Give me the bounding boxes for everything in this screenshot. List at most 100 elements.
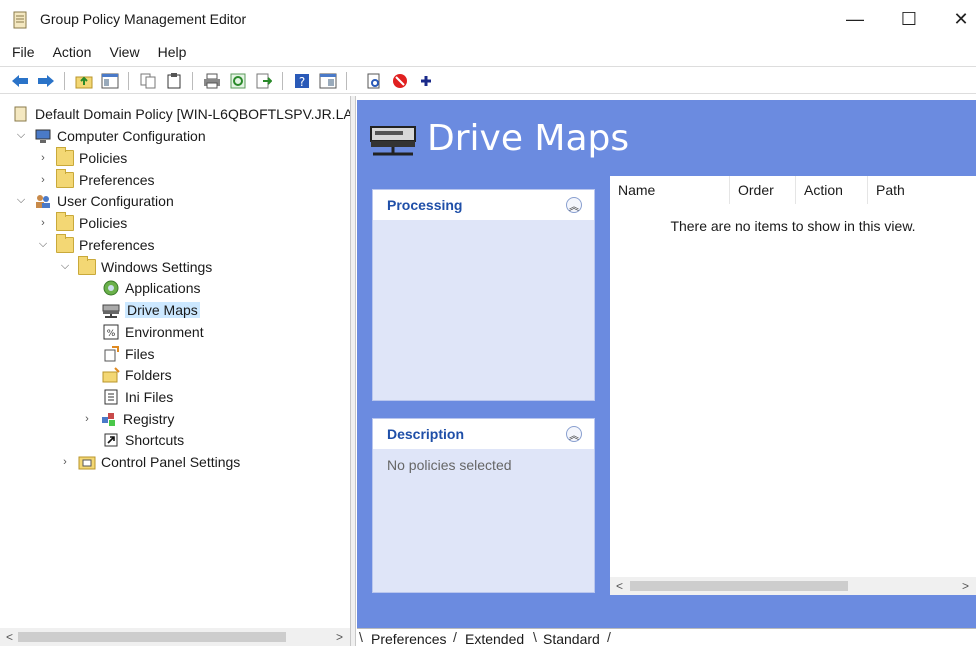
tree-item-ini-files[interactable]: Ini Files	[102, 386, 173, 407]
policy-editor-icon	[13, 11, 27, 29]
tree-item-folders[interactable]: Folders	[102, 364, 172, 385]
up-folder-icon[interactable]	[74, 71, 94, 91]
column-header-action[interactable]: Action	[796, 176, 868, 204]
tree-item-registry[interactable]: › Registry	[80, 408, 174, 429]
scroll-thumb[interactable]	[630, 581, 848, 591]
drive-maps-icon	[102, 304, 120, 318]
chevron-right-icon[interactable]: ›	[36, 173, 50, 187]
list-horizontal-scrollbar[interactable]: < >	[610, 577, 976, 595]
column-header-path[interactable]: Path	[868, 176, 976, 204]
chevron-right-icon[interactable]: ›	[36, 216, 50, 230]
registry-icon	[102, 412, 115, 426]
tree-item-drive-maps[interactable]: Drive Maps	[102, 299, 200, 320]
scroll-left-icon[interactable]: <	[6, 630, 13, 644]
tab-standard[interactable]: Standard	[537, 631, 606, 646]
tree-item-windows-settings[interactable]: ⌵ Windows Settings	[58, 255, 212, 277]
folder-icon	[56, 211, 74, 231]
tab-extended[interactable]: Extended	[459, 631, 530, 646]
menu-bar: File Action View Help	[0, 40, 976, 64]
column-header-order[interactable]: Order	[730, 176, 796, 204]
tree-horizontal-scrollbar[interactable]: < >	[0, 628, 350, 646]
copy-icon[interactable]	[138, 71, 158, 91]
tab-preferences[interactable]: Preferences	[365, 631, 453, 646]
folder-icon	[78, 255, 96, 275]
print-icon[interactable]	[202, 71, 222, 91]
forward-icon[interactable]	[36, 71, 56, 91]
processing-panel: Processing ︽	[372, 189, 595, 401]
refresh-icon[interactable]	[228, 71, 248, 91]
svg-text:?: ?	[299, 75, 305, 89]
ini-file-icon	[104, 389, 118, 404]
chevron-down-icon[interactable]: ⌵	[58, 260, 72, 274]
chevron-down-icon[interactable]: ⌵	[36, 238, 50, 252]
applications-icon	[103, 280, 119, 295]
tree-item-files[interactable]: Files	[102, 343, 155, 364]
scroll-left-icon[interactable]: <	[616, 579, 623, 593]
close-button[interactable]: ✕	[938, 0, 976, 38]
chevron-down-icon[interactable]: ⌵	[14, 194, 28, 208]
collapse-up-icon[interactable]: ︽	[566, 426, 582, 442]
processing-label: Processing	[387, 197, 463, 213]
properties-icon[interactable]	[318, 71, 338, 91]
tree-item-cc-policies[interactable]: › Policies	[36, 146, 127, 168]
folders-icon	[102, 366, 120, 382]
menu-action[interactable]: Action	[44, 44, 101, 60]
drive-maps-icon	[370, 125, 416, 155]
stop-icon[interactable]	[390, 71, 410, 91]
pane-header: Drive Maps	[369, 118, 629, 159]
folder-icon	[56, 168, 74, 188]
view-tabs: \ Preferences / Extended \ Standard /	[357, 628, 976, 646]
folder-icon	[56, 146, 74, 166]
svg-text:%: %	[107, 329, 116, 339]
window-title: Group Policy Management Editor	[40, 11, 247, 27]
tree-item-uc-preferences[interactable]: ⌵ Preferences	[36, 233, 154, 255]
export-list-icon[interactable]	[254, 71, 274, 91]
users-icon	[36, 194, 50, 208]
minimize-button[interactable]: —	[832, 0, 878, 38]
back-icon[interactable]	[10, 71, 30, 91]
tree-item-cc-preferences[interactable]: › Preferences	[36, 168, 154, 190]
description-panel: Description ︽ No policies selected	[372, 418, 595, 593]
computer-icon	[35, 129, 51, 143]
navigation-tree: Default Domain Policy [WIN-L6QBOFTLSPV.J…	[0, 100, 350, 628]
tree-item-uc-policies[interactable]: › Policies	[36, 211, 127, 233]
maximize-button[interactable]: ☐	[886, 0, 932, 38]
display-xml-icon[interactable]	[364, 71, 384, 91]
chevron-down-icon[interactable]: ⌵	[14, 129, 28, 143]
add-icon[interactable]	[416, 71, 436, 91]
policy-icon	[14, 106, 27, 121]
column-header-name[interactable]: Name	[610, 176, 730, 204]
chevron-right-icon[interactable]: ›	[58, 455, 72, 469]
files-icon	[104, 345, 119, 361]
details-pane: Drive Maps Processing ︽ Description ︽ No…	[357, 100, 976, 628]
chevron-right-icon[interactable]: ›	[36, 151, 50, 165]
scroll-thumb[interactable]	[18, 632, 286, 642]
collapse-up-icon[interactable]: ︽	[566, 197, 582, 213]
tree-item-user-configuration[interactable]: ⌵ User Configuration	[14, 190, 174, 211]
paste-icon[interactable]	[164, 71, 184, 91]
tree-item-root[interactable]: Default Domain Policy [WIN-L6QBOFTLSPV.J…	[12, 103, 350, 124]
menu-help[interactable]: Help	[149, 44, 196, 60]
help-icon[interactable]: ?	[292, 71, 312, 91]
pane-splitter[interactable]	[350, 96, 356, 646]
title-bar: Group Policy Management Editor — ☐ ✕	[0, 0, 976, 40]
folder-icon	[56, 233, 74, 253]
show-hide-tree-icon[interactable]	[100, 71, 120, 91]
environment-icon: %	[103, 324, 119, 339]
tree-item-applications[interactable]: Applications	[102, 277, 201, 298]
tree-item-computer-configuration[interactable]: ⌵ Computer Configuration	[14, 125, 206, 146]
scroll-right-icon[interactable]: >	[336, 630, 343, 644]
description-label: Description	[387, 426, 465, 442]
scroll-right-icon[interactable]: >	[962, 579, 969, 593]
tree-item-control-panel-settings[interactable]: › Control Panel Settings	[58, 451, 240, 472]
shortcut-icon	[104, 433, 118, 446]
tree-item-environment[interactable]: % Environment	[102, 321, 204, 342]
menu-view[interactable]: View	[100, 44, 148, 60]
chevron-right-icon[interactable]: ›	[80, 412, 94, 426]
tree-item-shortcuts[interactable]: Shortcuts	[102, 429, 184, 450]
menu-file[interactable]: File	[0, 44, 44, 60]
control-panel-icon	[78, 456, 96, 469]
list-header: Name Order Action Path	[610, 176, 976, 204]
pane-title: Drive Maps	[427, 118, 630, 159]
empty-list-message: There are no items to show in this view.	[670, 218, 916, 234]
